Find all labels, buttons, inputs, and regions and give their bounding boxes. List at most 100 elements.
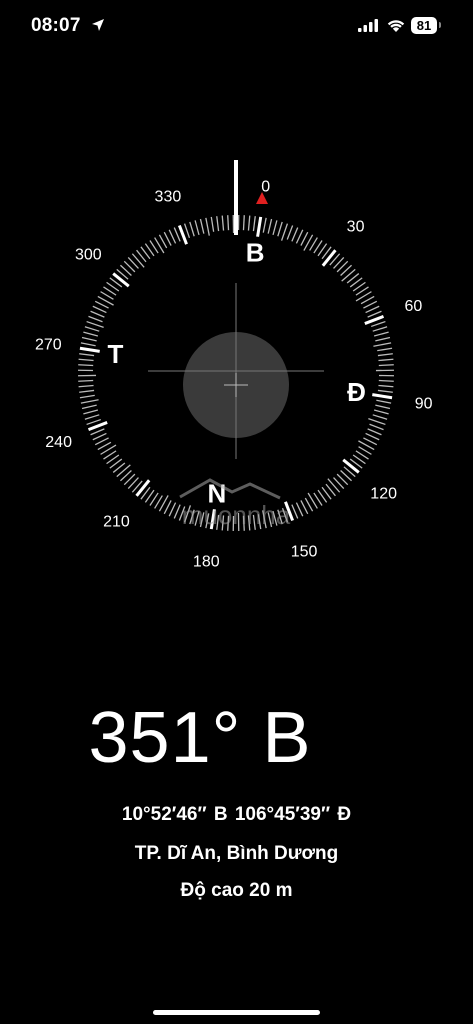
compass-tick [272, 220, 278, 236]
compass-tick [227, 215, 230, 231]
location-name: TP. Dĩ An, Bình Dương [134, 843, 339, 864]
compass-tick [81, 404, 97, 410]
compass-tick [291, 504, 299, 519]
compass-tick [378, 364, 394, 367]
svg-text:muonnha: muonnha [182, 500, 291, 530]
compass-tick [94, 300, 109, 309]
compass-degree-label: 330 [155, 189, 182, 206]
compass-tick [369, 423, 384, 431]
compass-tick [247, 215, 251, 231]
compass-tick [112, 272, 130, 288]
compass-degree-label: 240 [45, 434, 72, 451]
coordinates-text: 10°52′46″ B 106°45′39″ Đ [121, 804, 352, 825]
compass-tick [280, 223, 289, 241]
compass-tick [199, 218, 205, 234]
compass-tick [78, 384, 94, 388]
compass-degree-label: 0 [261, 178, 270, 195]
compass-tick [372, 326, 388, 332]
compass-tick [205, 217, 210, 236]
compass-tick [291, 227, 299, 242]
compass-tick [300, 500, 309, 515]
compass-tick [78, 379, 94, 382]
compass-tick [168, 229, 177, 244]
compass-tick [327, 478, 341, 493]
compass-degree-label: 270 [35, 336, 62, 353]
compass-tick [372, 393, 393, 400]
compass-tick [80, 399, 99, 404]
compass-tick [79, 394, 95, 399]
compass-tick [84, 326, 100, 332]
compass-tick [262, 217, 267, 233]
compass-tick [173, 227, 181, 242]
compass-tick [97, 441, 112, 451]
watermark-logo: muonnha [179, 478, 291, 530]
compass-tick [78, 364, 94, 367]
wifi-icon [387, 20, 405, 32]
compass-tick [304, 497, 314, 512]
compass-tick [376, 399, 392, 404]
compass-tick [342, 458, 360, 474]
compass-tick [368, 417, 386, 426]
compass-tick [88, 315, 103, 323]
compass-dial[interactable]: 0306090120150180210240270300330 B Đ N T … [0, 140, 473, 600]
compass-tick [377, 347, 393, 352]
home-indicator[interactable] [153, 1010, 320, 1015]
status-time: 08:07 [31, 15, 81, 36]
compass-tick [373, 331, 389, 337]
compass-tick [370, 320, 386, 328]
compass-degree-label: 120 [370, 486, 397, 503]
compass-tick [194, 220, 200, 236]
compass-tick [168, 502, 177, 517]
compass-tick [94, 437, 109, 446]
compass-tick [377, 353, 393, 357]
heading-readout: 351° B [88, 698, 312, 778]
compass-tick [158, 234, 168, 249]
compass-tick [277, 221, 283, 237]
compass-tick [363, 300, 378, 309]
compass-degree-label: 30 [347, 218, 365, 235]
compass-tick [365, 432, 380, 441]
status-bar: 08:07 81 [0, 0, 473, 54]
compass-degree-label: 150 [291, 543, 318, 560]
compass-tick [79, 346, 100, 353]
compass-tick [86, 418, 102, 426]
compass-tick [87, 421, 108, 432]
battery-indicator: 81 [411, 17, 437, 34]
compass-tick [295, 502, 304, 517]
compass-tick [300, 231, 309, 246]
location-arrow-icon [92, 19, 104, 31]
compass-tick [295, 229, 304, 244]
compass-tick [364, 314, 385, 325]
cellular-signal-icon [358, 19, 378, 32]
compass-tick [377, 389, 393, 393]
compass-tick [375, 336, 391, 342]
compass-tick [131, 253, 145, 268]
compass-tick [83, 409, 99, 415]
compass-tick [367, 310, 382, 318]
compass-tick [252, 216, 256, 232]
compass-tick [80, 342, 96, 347]
compass-tick [79, 353, 95, 357]
cardinal-west: T [108, 339, 124, 369]
compass-degree-label: 210 [103, 514, 130, 531]
compass-tick [92, 305, 107, 314]
compass-tick [163, 231, 172, 246]
compass-tick [341, 268, 356, 282]
compass-tick [372, 414, 388, 420]
compass-tick [321, 249, 337, 267]
battery-level: 81 [416, 18, 432, 33]
compass-tick [90, 428, 105, 436]
compass-tick [378, 358, 394, 362]
compass-tick [216, 216, 220, 232]
compass-tick [286, 225, 294, 240]
compass-tick [81, 336, 97, 342]
cardinal-north: B [246, 238, 265, 268]
compass-tick [83, 331, 99, 337]
compass-tick [189, 221, 195, 237]
compass-tick [375, 404, 391, 410]
compass-tick [242, 215, 245, 231]
compass-tick [78, 358, 94, 362]
compass-tick [183, 223, 191, 239]
compass-tick [135, 479, 151, 497]
compass-tick [373, 342, 392, 347]
